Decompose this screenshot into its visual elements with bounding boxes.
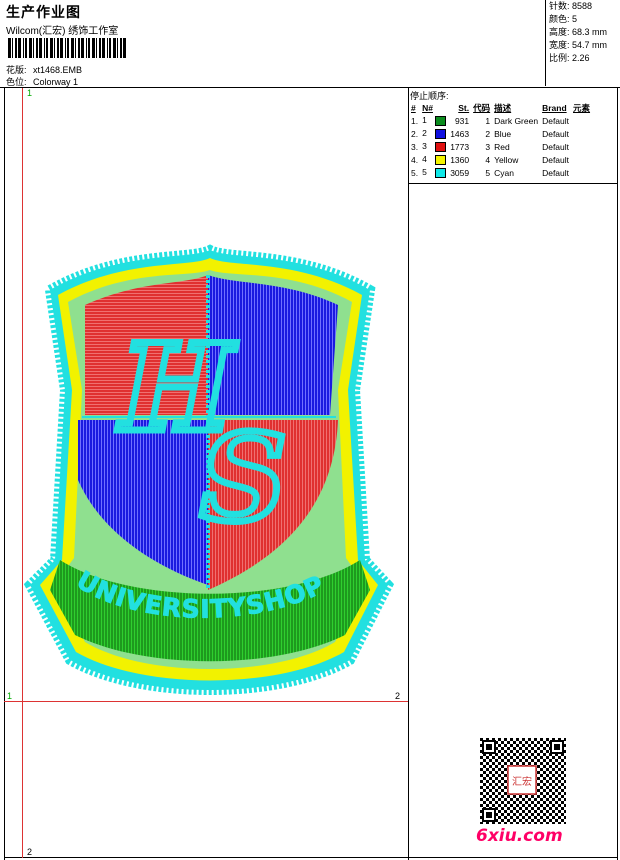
thread-row: 3. 3 1773 3 Red Default (409, 140, 592, 153)
thread-index: 4. (411, 154, 419, 165)
thread-row: 1. 1 931 1 Dark Green Default (409, 114, 592, 127)
thread-brand: Default (542, 154, 570, 165)
stat-scale: 比例: 2.26 (549, 53, 590, 63)
table-divider (408, 183, 618, 184)
panel-divider (408, 87, 409, 860)
stat-colors: 颜色: 5 (549, 14, 578, 24)
header-divider (0, 87, 620, 88)
thread-row: 4. 4 1360 4 Yellow Default (409, 153, 592, 166)
stat-stitches: 针数: 8588 (549, 1, 593, 11)
thread-n: 3 (420, 140, 448, 153)
thread-row: 5. 5 3059 5 Cyan Default (409, 166, 592, 179)
color-swatch (435, 128, 447, 139)
design-file-value: xt1468.EMB (33, 65, 83, 75)
thread-description: Blue (494, 128, 512, 139)
thread-description: Dark Green (494, 115, 539, 126)
thread-description: Cyan (494, 167, 514, 178)
company-name: Wilcom(汇宏) 绣饰工作室 (6, 26, 119, 37)
thread-table: # N# St. 代码 描述 Brand 元素 1. 1 931 1 Dark Gre… (409, 101, 592, 179)
thread-element (571, 166, 592, 179)
col-n: N# (422, 102, 433, 113)
barcode (8, 38, 126, 58)
thread-description: Red (494, 141, 510, 152)
stat-width: 宽度: 54.7 mm (549, 40, 608, 50)
axis-label-left: 1 (7, 691, 13, 701)
thread-stitches: 1773 (450, 141, 470, 152)
thread-stitches: 931 (454, 115, 470, 126)
thread-index: 5. (411, 167, 419, 178)
thread-code: 4 (485, 154, 491, 165)
col-code: 代码 (473, 102, 491, 113)
thread-index: 2. (411, 128, 419, 139)
col-element: 元素 (573, 102, 591, 113)
stat-height: 高度: 68.3 mm (549, 27, 608, 37)
frame-left (4, 87, 5, 860)
thread-brand: Default (542, 167, 570, 178)
col-index: # (411, 102, 416, 113)
frame-bottom (4, 857, 618, 858)
qr-stamp-text: 汇宏 (512, 775, 532, 788)
frame-right (617, 87, 618, 860)
monogram-s: S (200, 408, 287, 549)
thread-brand: Default (542, 115, 570, 126)
page-title: 生产作业图 (6, 4, 81, 20)
thread-code: 3 (485, 141, 491, 152)
col-stitches: St. (458, 102, 470, 113)
thread-element (571, 127, 592, 140)
thread-code: 2 (485, 128, 491, 139)
axis-label-top: 1 (27, 88, 33, 98)
thread-n: 1 (420, 114, 448, 127)
thread-element (571, 153, 592, 166)
thread-code: 1 (485, 115, 491, 126)
embroidery-design: H S UNIVERSITYSHOP (23, 244, 395, 695)
thread-n: 4 (420, 153, 448, 166)
color-swatch (435, 167, 447, 178)
thread-brand: Default (542, 128, 570, 139)
thread-n: 2 (420, 127, 448, 140)
thread-description: Yellow (494, 154, 519, 165)
color-swatch (435, 115, 447, 126)
thread-n: 5 (420, 166, 448, 179)
thread-table-header: # N# St. 代码 描述 Brand 元素 (409, 101, 592, 114)
thread-stitches: 3059 (450, 167, 470, 178)
thread-stitches: 1463 (450, 128, 470, 139)
design-file-label: 花版: (6, 65, 27, 75)
colorway-value: Colorway 1 (33, 77, 79, 87)
thread-code: 5 (485, 167, 491, 178)
thread-element (571, 114, 592, 127)
stats-panel: 针数: 8588 颜色: 5 高度: 68.3 mm 宽度: 54.7 mm 比… (545, 0, 620, 86)
thread-brand: Default (542, 141, 570, 152)
thread-element (571, 140, 592, 153)
axis-label-bottom: 2 (27, 847, 33, 857)
color-swatch (435, 154, 447, 165)
qr-code: 汇宏 (480, 738, 566, 824)
thread-row: 2. 2 1463 2 Blue Default (409, 127, 592, 140)
col-description: 描述 (494, 102, 512, 113)
watermark-logo: 6xiu.com (476, 826, 563, 846)
color-swatch (435, 141, 447, 152)
thread-index: 1. (411, 115, 419, 126)
thread-stitches: 1360 (450, 154, 470, 165)
col-brand: Brand (542, 102, 567, 113)
thread-index: 3. (411, 141, 419, 152)
colorway-label: 色位: (6, 77, 27, 87)
